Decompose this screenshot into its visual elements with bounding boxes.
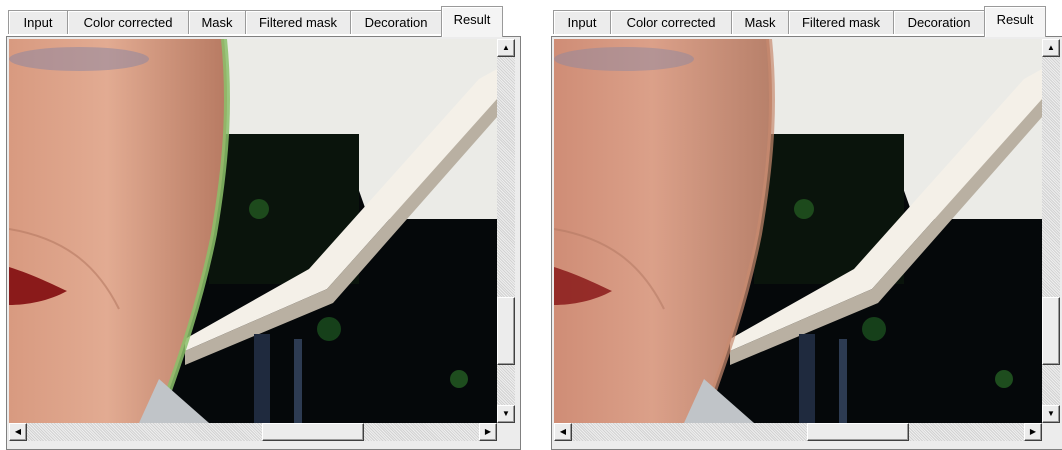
horizontal-scroll-thumb[interactable] <box>807 423 909 441</box>
tab-result[interactable]: Result <box>441 6 503 37</box>
tab-filtered-mask[interactable]: Filtered mask <box>245 10 351 34</box>
vertical-scroll-thumb[interactable] <box>497 297 515 365</box>
scroll-up-arrow-icon[interactable]: ▲ <box>497 39 515 57</box>
scroll-right-arrow-icon[interactable]: ▶ <box>479 423 497 441</box>
photo-crop-after <box>554 39 1042 423</box>
tab-mask[interactable]: Mask <box>188 10 246 34</box>
image-viewer-panel-left: Input Color corrected Mask Filtered mask… <box>6 6 526 450</box>
vertical-scrollbar[interactable]: ▲ ▼ <box>1042 39 1060 423</box>
tab-color-corrected[interactable]: Color corrected <box>610 10 732 34</box>
tab-decoration[interactable]: Decoration <box>350 10 442 34</box>
scroll-down-arrow-icon[interactable]: ▼ <box>497 405 515 423</box>
scroll-up-arrow-icon[interactable]: ▲ <box>1042 39 1060 57</box>
tab-bar: Input Color corrected Mask Filtered mask… <box>551 6 1062 37</box>
horizontal-scrollbar[interactable]: ◀ ▶ <box>554 423 1042 441</box>
scroll-right-arrow-icon[interactable]: ▶ <box>1024 423 1042 441</box>
vertical-scrollbar[interactable]: ▲ ▼ <box>497 39 515 423</box>
tab-content-area: ▲ ▼ ◀ ▶ <box>551 36 1062 450</box>
tab-result[interactable]: Result <box>984 6 1046 37</box>
vertical-scroll-thumb[interactable] <box>1042 297 1060 365</box>
tab-input[interactable]: Input <box>8 10 68 34</box>
tab-input[interactable]: Input <box>553 10 611 34</box>
tab-bar: Input Color corrected Mask Filtered mask… <box>6 6 526 37</box>
tab-content-area: ▲ ▼ ◀ ▶ <box>6 36 521 450</box>
horizontal-scroll-thumb[interactable] <box>262 423 364 441</box>
tab-mask[interactable]: Mask <box>731 10 789 34</box>
tab-color-corrected[interactable]: Color corrected <box>67 10 189 34</box>
tab-filtered-mask[interactable]: Filtered mask <box>788 10 894 34</box>
scroll-left-arrow-icon[interactable]: ◀ <box>9 423 27 441</box>
photo-crop-before <box>9 39 497 423</box>
image-viewer-panel-right: Input Color corrected Mask Filtered mask… <box>551 6 1062 450</box>
scroll-left-arrow-icon[interactable]: ◀ <box>554 423 572 441</box>
image-viewport[interactable] <box>9 39 497 423</box>
scrollbar-corner <box>497 423 515 441</box>
tab-decoration[interactable]: Decoration <box>893 10 985 34</box>
scrollbar-corner <box>1042 423 1060 441</box>
image-viewport[interactable] <box>554 39 1042 423</box>
scroll-down-arrow-icon[interactable]: ▼ <box>1042 405 1060 423</box>
horizontal-scrollbar[interactable]: ◀ ▶ <box>9 423 497 441</box>
